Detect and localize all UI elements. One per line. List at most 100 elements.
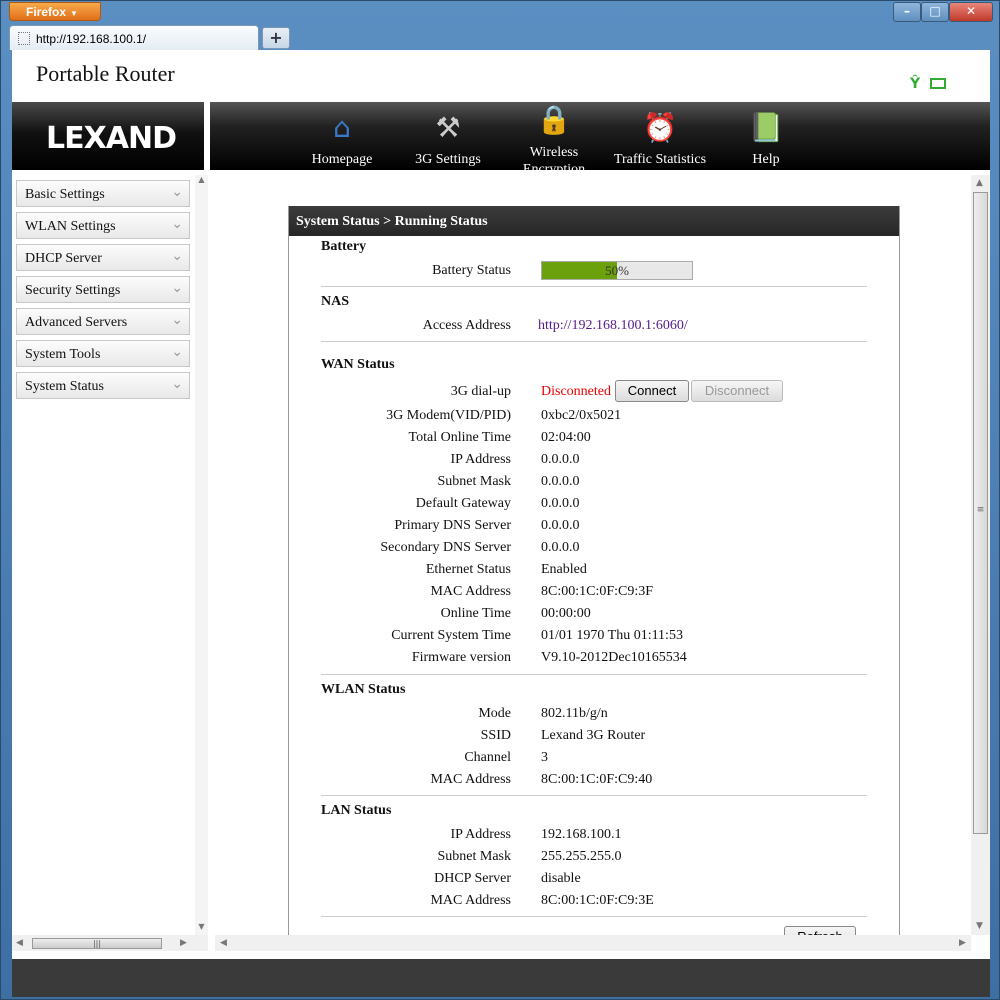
refresh-button[interactable]: Refresh (784, 926, 856, 935)
row-label: SSID (480, 728, 511, 743)
nav-homepage[interactable]: ⌂ Homepage (292, 102, 392, 170)
signal-icon: Ŷ (910, 76, 921, 92)
divider (321, 341, 867, 342)
close-button[interactable]: ✕ (949, 2, 993, 22)
main-horizontal-scrollbar[interactable]: ◀ ▶ (215, 935, 971, 951)
scroll-right-arrow-icon[interactable]: ▶ (180, 938, 187, 948)
row-value: Enabled (541, 562, 587, 577)
footer-bar (12, 959, 990, 997)
page-title: Portable Router (36, 61, 175, 86)
row-value: 255.255.255.0 (541, 849, 622, 864)
row-label: MAC Address (430, 584, 511, 599)
scroll-down-arrow-icon[interactable]: ▼ (976, 921, 983, 931)
row-value: 8C:00:1C:0F:C9:3E (541, 893, 654, 908)
section-title-nas: NAS (321, 294, 350, 309)
row-label: IP Address (450, 827, 511, 842)
tab-title: http://192.168.100.1/ (36, 32, 147, 46)
scroll-up-arrow-icon[interactable]: ▲ (976, 178, 983, 188)
firefox-menu-button[interactable]: Firefox ▼ (9, 2, 101, 21)
row-value: 192.168.100.1 (541, 827, 622, 842)
status-panel: System Status > Running Status Battery B… (288, 206, 900, 935)
sidebar-item-dhcp-server[interactable]: DHCP Server ⌄ (16, 244, 190, 271)
browser-tab[interactable]: http://192.168.100.1/ (9, 25, 259, 50)
section-title-wan: WAN Status (321, 357, 395, 372)
nav-traffic-statistics[interactable]: ⏰ Traffic Statistics (610, 102, 710, 170)
nav-label: Wireless Encryption (522, 145, 586, 177)
row-value: 01/01 1970 Thu 01:11:53 (541, 628, 683, 643)
chevron-down-icon: ⌄ (171, 184, 183, 200)
sidebar-item-label: Security Settings (25, 283, 121, 298)
firefox-menu-label: Firefox (26, 5, 67, 19)
dialup-status: Disconneted (541, 384, 611, 399)
section-title-battery: Battery (321, 239, 367, 254)
logo-text: LEXAND (46, 121, 177, 156)
sidebar-item-system-status[interactable]: System Status ⌄ (16, 372, 190, 399)
divider (321, 674, 867, 675)
row-label: MAC Address (430, 772, 511, 787)
row-value: 00:00:00 (541, 606, 591, 621)
row-value: 02:04:00 (541, 430, 591, 445)
scroll-left-arrow-icon[interactable]: ◀ (16, 938, 23, 948)
battery-progress-bar: 50% (541, 261, 693, 280)
row-value: 0.0.0.0 (541, 540, 580, 555)
connect-button[interactable]: Connect (615, 380, 689, 402)
nav-label: Help (752, 152, 780, 167)
row-label: MAC Address (430, 893, 511, 908)
row-value: disable (541, 871, 581, 886)
chevron-down-icon: ⌄ (171, 376, 183, 392)
row-label: Online Time (440, 606, 511, 621)
page-content: Portable Router Ŷ LEXAND ⌂ Homepage ⚒ 3G… (12, 50, 990, 959)
scroll-up-arrow-icon[interactable]: ▲ (198, 175, 204, 184)
nav-3g-settings[interactable]: ⚒ 3G Settings (398, 102, 498, 170)
row-label: Current System Time (391, 628, 511, 643)
section-title-wlan: WLAN Status (321, 682, 406, 697)
sidebar-item-label: System Status (25, 379, 104, 394)
maximize-button[interactable]: □ (921, 2, 949, 22)
nav-label: 3G Settings (415, 152, 481, 167)
scroll-right-arrow-icon[interactable]: ▶ (959, 938, 966, 948)
chevron-down-icon: ⌄ (171, 344, 183, 360)
tab-bar: http://192.168.100.1/ + (1, 25, 1000, 50)
sidebar-item-label: Basic Settings (25, 187, 105, 202)
chevron-down-icon: ⌄ (171, 216, 183, 232)
scroll-down-arrow-icon[interactable]: ▼ (195, 922, 208, 931)
scrollbar-thumb[interactable]: ≡ (973, 192, 988, 834)
divider (321, 916, 867, 917)
section-title-lan: LAN Status (321, 803, 392, 818)
sidebar-item-security-settings[interactable]: Security Settings ⌄ (16, 276, 190, 303)
sidebar-item-advanced-servers[interactable]: Advanced Servers ⌄ (16, 308, 190, 335)
access-address-link[interactable]: http://192.168.100.1:6060/ (538, 318, 688, 334)
chevron-down-icon: ▼ (70, 9, 78, 18)
chevron-down-icon: ⌄ (171, 280, 183, 296)
nav-wireless-encryption[interactable]: 🔒 Wireless Encryption (504, 102, 604, 177)
scroll-left-arrow-icon[interactable]: ◀ (220, 938, 227, 948)
logo: LEXAND (12, 102, 204, 170)
minimize-button[interactable]: – (893, 2, 921, 22)
row-label: Mode (478, 706, 511, 721)
sidebar-item-label: DHCP Server (25, 251, 102, 266)
sidebar-item-label: WLAN Settings (25, 219, 116, 234)
main-scrollbar[interactable]: ▲ ≡ ▼ (971, 175, 990, 935)
browser-window: Firefox ▼ – □ ✕ http://192.168.100.1/ + P… (0, 0, 1000, 1000)
sidebar-item-system-tools[interactable]: System Tools ⌄ (16, 340, 190, 367)
sidebar-horizontal-scrollbar[interactable]: ◀ ||| ▶ (12, 935, 208, 951)
row-label: Channel (464, 750, 511, 765)
nav-label: Homepage (311, 152, 373, 167)
page-icon (18, 32, 30, 45)
scrollbar-thumb[interactable]: ||| (32, 938, 162, 949)
row-label: Subnet Mask (437, 849, 512, 864)
sidebar-item-wlan-settings[interactable]: WLAN Settings ⌄ (16, 212, 190, 239)
tools-icon: ⚒ (435, 111, 461, 144)
sidebar-item-label: Advanced Servers (25, 315, 128, 330)
disconnect-button[interactable]: Disconnect (691, 380, 783, 402)
sidebar-scrollbar[interactable]: ▲ ▼ (195, 175, 208, 935)
battery-icon (930, 78, 947, 89)
row-label: Total Online Time (408, 430, 511, 445)
sidebar-item-basic-settings[interactable]: Basic Settings ⌄ (16, 180, 190, 207)
nav-help[interactable]: 📗 Help (716, 102, 816, 170)
wifi-lock-icon: 🔒 (536, 103, 572, 136)
new-tab-button[interactable]: + (262, 27, 290, 49)
row-value: V9.10-2012Dec10165534 (541, 650, 687, 665)
row-value: Lexand 3G Router (541, 728, 646, 743)
status-indicators: Ŷ (910, 76, 947, 92)
